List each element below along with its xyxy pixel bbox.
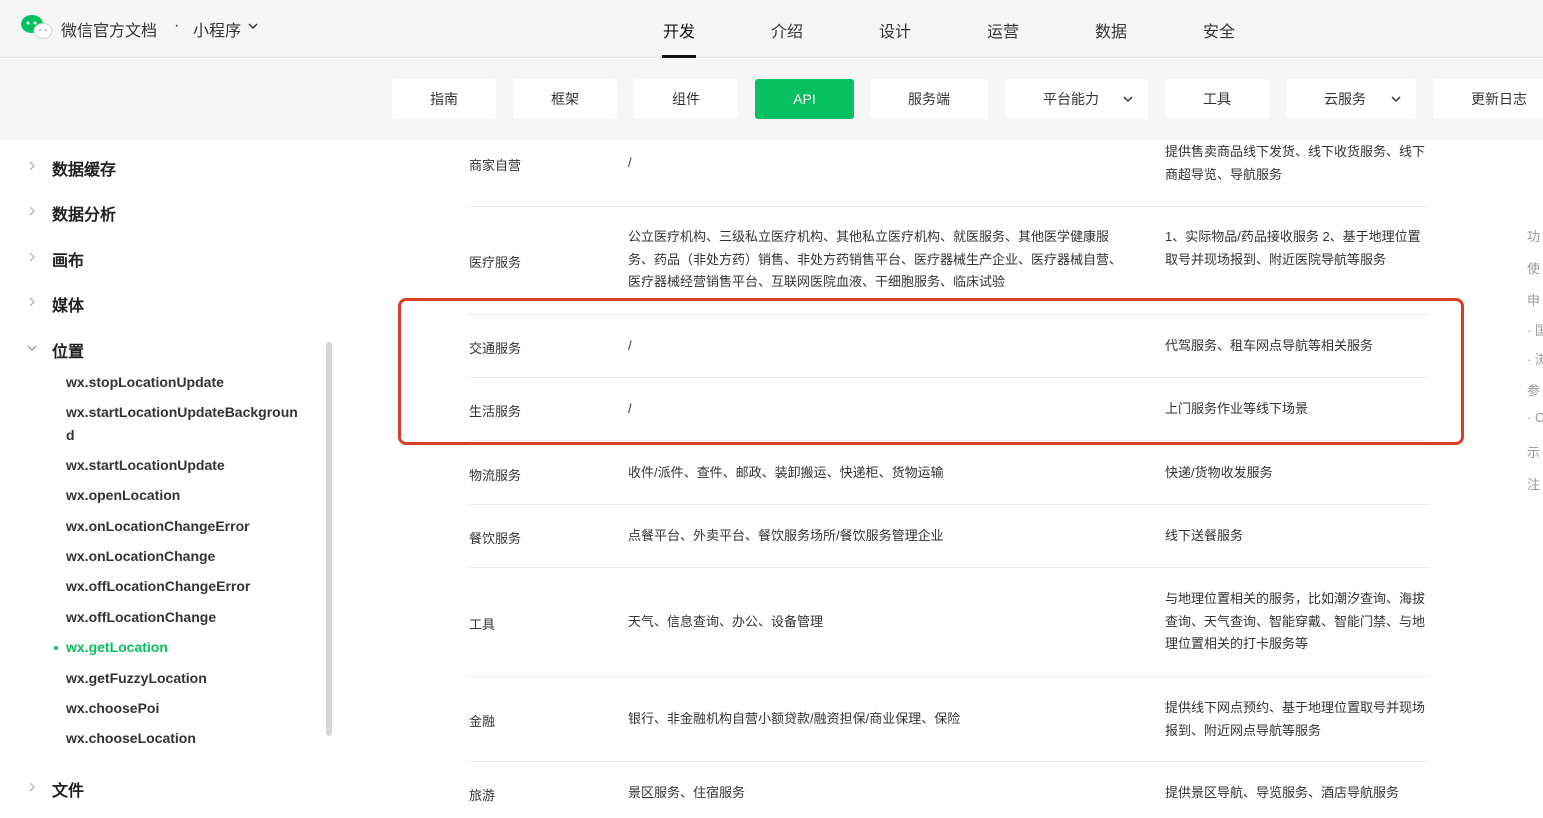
sidebar-scrollbar[interactable]	[326, 342, 332, 736]
chevron-right-icon[interactable]	[27, 297, 37, 307]
nav-design[interactable]: 设计	[879, 18, 911, 42]
highlight-annotation-box	[398, 298, 1464, 445]
sidebar-subitem[interactable]: wx.offLocationChange	[66, 606, 298, 629]
toc-item[interactable]: · 浏	[1527, 349, 1543, 368]
table-cell-scope: 银行、非金融机构自营小额贷款/融资担保/商业保理、保险	[628, 711, 961, 726]
table-divider	[468, 676, 1430, 677]
table-cell-category: 物流服务	[469, 468, 522, 483]
table-cell-scene: 提供线下网点预约、基于地理位置取号并现场报到、附近网点导航等服务	[1165, 700, 1426, 738]
table-cell-category: 商家自营	[469, 158, 522, 173]
sidebar-item-analysis[interactable]: 数据分析	[52, 201, 116, 225]
sidebar-subitem[interactable]: wx.choosePoi	[66, 697, 298, 720]
nav-data[interactable]: 数据	[1095, 18, 1127, 42]
table-cell-category: 金融	[469, 714, 496, 729]
tab-cloud[interactable]: 云服务	[1286, 79, 1416, 119]
tab-tools[interactable]: 工具	[1165, 79, 1269, 119]
sidebar-subitem[interactable]: wx.chooseLocation	[66, 727, 298, 750]
sidebar-item-canvas[interactable]: 画布	[52, 247, 84, 271]
active-bullet	[54, 646, 58, 650]
tab-platform-label: 平台能力	[1043, 91, 1099, 107]
toc-item[interactable]: 使	[1527, 258, 1540, 277]
table-divider	[468, 504, 1430, 505]
table-cell-scene: 与地理位置相关的服务，比如潮汐查询、海拔查询、天气查询、智能穿戴、智能门禁、与地…	[1165, 591, 1426, 651]
sub-tab-bar: 指南 框架 组件 API 服务端 平台能力 工具 云服务 更新日志	[0, 59, 1543, 140]
wechat-logo-icon[interactable]	[20, 14, 54, 40]
chevron-right-icon[interactable]	[27, 782, 37, 792]
table-cell-scene: 提供景区导航、导览服务、酒店导航服务	[1165, 785, 1400, 800]
toc-item[interactable]: 注	[1527, 474, 1540, 493]
table-cell-scene: 提供售卖商品线下发货、线下收货服务、线下商超导览、导航服务	[1165, 144, 1426, 182]
table-cell-category: 工具	[469, 617, 496, 632]
nav-security[interactable]: 安全	[1203, 18, 1235, 42]
table-cell-scope: 公立医疗机构、三级私立医疗机构、其他私立医疗机构、就医服务、其他医学健康服务、药…	[628, 229, 1123, 289]
sidebar-subitem[interactable]: wx.startLocationUpdateBackground	[66, 401, 298, 447]
table-cell-category: 餐饮服务	[469, 531, 522, 546]
table-cell-scope: 景区服务、住宿服务	[628, 785, 746, 800]
chevron-right-icon[interactable]	[27, 161, 37, 171]
sidebar-subitem[interactable]: wx.stopLocationUpdate	[66, 371, 298, 394]
table-divider	[468, 206, 1430, 207]
brand-separator: ·	[174, 17, 180, 34]
sidebar-subitem[interactable]: wx.openLocation	[66, 484, 298, 507]
sidebar-item-file[interactable]: 文件	[52, 777, 84, 801]
tab-framework[interactable]: 框架	[513, 79, 617, 119]
toc-item[interactable]: · C	[1527, 410, 1543, 425]
table-cell-scope: 点餐平台、外卖平台、餐饮服务场所/餐饮服务管理企业	[628, 528, 944, 543]
sidebar-item-location[interactable]: 位置	[52, 338, 84, 362]
chevron-right-icon[interactable]	[27, 252, 37, 262]
table-cell-category: 旅游	[469, 788, 496, 803]
toc-item[interactable]: 申	[1527, 290, 1540, 309]
nav-operation[interactable]: 运营	[987, 18, 1019, 42]
sidebar-subitem-active[interactable]: wx.getLocation	[66, 636, 298, 659]
sidebar-item-media[interactable]: 媒体	[52, 292, 84, 316]
sidebar-item-storage[interactable]: 数据缓存	[52, 156, 116, 180]
tab-server[interactable]: 服务端	[870, 79, 988, 119]
chevron-down-icon	[1391, 96, 1401, 103]
tab-guide[interactable]: 指南	[392, 79, 496, 119]
table-cell-category: 医疗服务	[469, 255, 522, 270]
toc-item[interactable]: 示	[1527, 442, 1540, 461]
tab-cloud-label: 云服务	[1324, 91, 1366, 107]
sidebar-subitem[interactable]: wx.getFuzzyLocation	[66, 667, 298, 690]
table-cell-scope: 收件/派件、查件、邮政、装卸搬运、快递柜、货物运输	[628, 465, 944, 480]
top-header: 微信官方文档 · 小程序 开发 介绍 设计 运营 数据 安全	[0, 0, 1543, 58]
chevron-down-icon[interactable]	[27, 343, 37, 353]
sidebar-subitem[interactable]: wx.startLocationUpdate	[66, 454, 298, 477]
table-cell-scene: 线下送餐服务	[1165, 528, 1244, 543]
table-cell-scope: /	[628, 155, 632, 170]
table-cell-scene: 快递/货物收发服务	[1165, 465, 1273, 480]
nav-active-indicator	[662, 55, 696, 58]
product-switcher[interactable]: 小程序	[193, 17, 241, 41]
toc-item[interactable]: 参	[1527, 380, 1540, 399]
chevron-right-icon[interactable]	[27, 206, 37, 216]
chevron-down-icon[interactable]	[247, 20, 259, 32]
table-divider	[468, 761, 1430, 762]
table-cell-scope: 天气、信息查询、办公、设备管理	[628, 614, 824, 629]
nav-intro[interactable]: 介绍	[771, 18, 803, 42]
table-cell-scene: 1、实际物品/药品接收服务 2、基于地理位置取号并现场报到、附近医院导航等服务	[1165, 229, 1421, 267]
tab-components[interactable]: 组件	[634, 79, 738, 119]
tab-api[interactable]: API	[755, 79, 854, 119]
sidebar-subitem[interactable]: wx.onLocationChangeError	[66, 515, 298, 538]
tab-changelog[interactable]: 更新日志	[1433, 79, 1543, 119]
sidebar-subitem[interactable]: wx.onLocationChange	[66, 545, 298, 568]
toc-item[interactable]: · 国	[1527, 320, 1543, 339]
nav-develop[interactable]: 开发	[663, 18, 695, 42]
toc-item[interactable]: 功	[1527, 226, 1540, 245]
tab-platform-capability[interactable]: 平台能力	[1005, 79, 1148, 119]
brand-title[interactable]: 微信官方文档	[61, 17, 157, 41]
sidebar-subitem[interactable]: wx.offLocationChangeError	[66, 575, 298, 598]
chevron-down-icon	[1123, 96, 1133, 103]
table-divider	[468, 567, 1430, 568]
